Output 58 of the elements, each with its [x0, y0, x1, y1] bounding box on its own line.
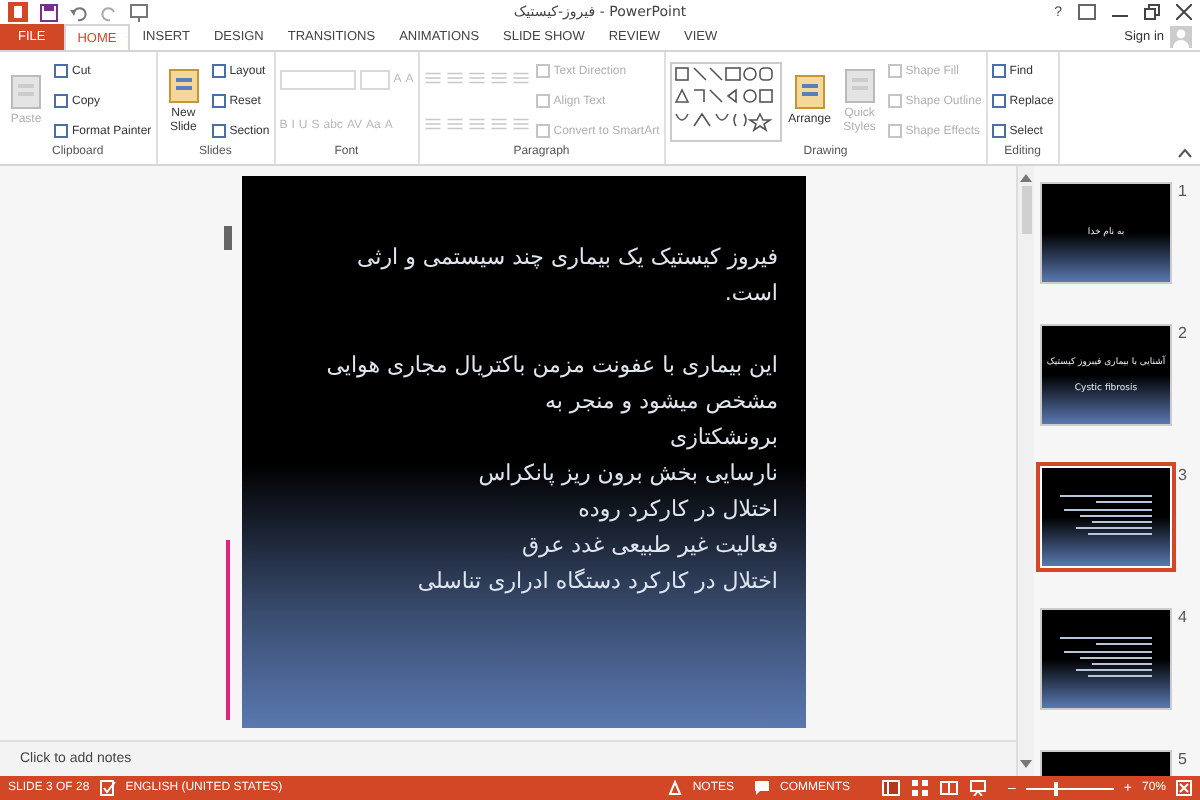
restore-icon[interactable] [1144, 4, 1160, 20]
scroll-up-icon[interactable] [1020, 172, 1032, 182]
square-icon [211, 94, 226, 108]
scrollbar[interactable] [1016, 166, 1034, 776]
slide-sorter-icon[interactable] [911, 780, 928, 796]
square-icon [887, 124, 902, 138]
square-icon [211, 64, 226, 78]
square-icon [211, 124, 226, 138]
slide-number: 5 [1178, 750, 1187, 768]
document-icon [10, 74, 42, 111]
scroll-grip[interactable] [224, 226, 232, 250]
square-icon [54, 94, 68, 108]
square-icon [54, 124, 68, 138]
reading-view-icon[interactable] [939, 780, 958, 796]
slideshow-icon[interactable] [130, 3, 148, 21]
square-icon [535, 124, 550, 138]
document-icon [793, 74, 826, 111]
square-icon [535, 64, 550, 78]
spellcheck-icon[interactable] [99, 780, 116, 796]
slide-text: فیروز کیستیک یک بیماری چند سیستمی و ارثی است. [354, 242, 778, 310]
document-icon [167, 67, 200, 104]
save-icon[interactable] [40, 3, 58, 21]
scrollbar-thumb[interactable] [1021, 186, 1031, 234]
slide-number: 2 [1178, 324, 1187, 342]
square-icon [535, 94, 550, 108]
scroll-down-icon[interactable] [1020, 760, 1032, 770]
collapse-ribbon-icon[interactable] [1178, 148, 1192, 158]
fit-to-window-icon[interactable] [1176, 780, 1192, 796]
slide-text: نارسایی بخش برون ریز پانکراس [476, 458, 778, 490]
square-icon [991, 124, 1006, 138]
square-icon [887, 94, 902, 108]
slide-number: 4 [1178, 608, 1187, 626]
shapes-gallery-drawing[interactable] [669, 61, 782, 141]
square-icon [991, 94, 1006, 108]
dropdown-field[interactable] [359, 70, 390, 91]
dropdown-field[interactable] [279, 70, 356, 91]
square-icon [54, 64, 68, 78]
slide-text: فعالیت غیر طبیعی غدد عرق [520, 530, 778, 562]
document-icon [843, 67, 876, 104]
square-icon [991, 64, 1006, 78]
slide-text: اختلال در کارکرد روده [576, 494, 778, 526]
zoom-thumb[interactable] [1054, 781, 1059, 795]
comment-icon [753, 780, 770, 796]
redo-icon[interactable] [100, 3, 118, 21]
notes-icon [668, 780, 683, 796]
slide-number: 3 [1178, 466, 1187, 484]
normal-view-icon[interactable] [881, 780, 900, 796]
slide-text: اختلال در کارکرد دستگاه ادراری تناسلی [415, 566, 778, 598]
slide-thumbnail[interactable] [1040, 608, 1172, 710]
presenter-icon[interactable] [969, 780, 986, 796]
slide-number: 1 [1178, 182, 1187, 200]
slide-text: برونشکتازی [668, 422, 778, 454]
slide-text: این بیماری با عفونت مزمن باکتریال مجاری هوایی [324, 350, 778, 382]
undo-icon[interactable] [70, 3, 88, 21]
square-icon [887, 64, 902, 78]
slide-text: مشخص میشود و منجر به [542, 386, 778, 418]
close-icon[interactable] [1176, 4, 1192, 20]
ribbon-display-icon[interactable] [1078, 4, 1096, 20]
